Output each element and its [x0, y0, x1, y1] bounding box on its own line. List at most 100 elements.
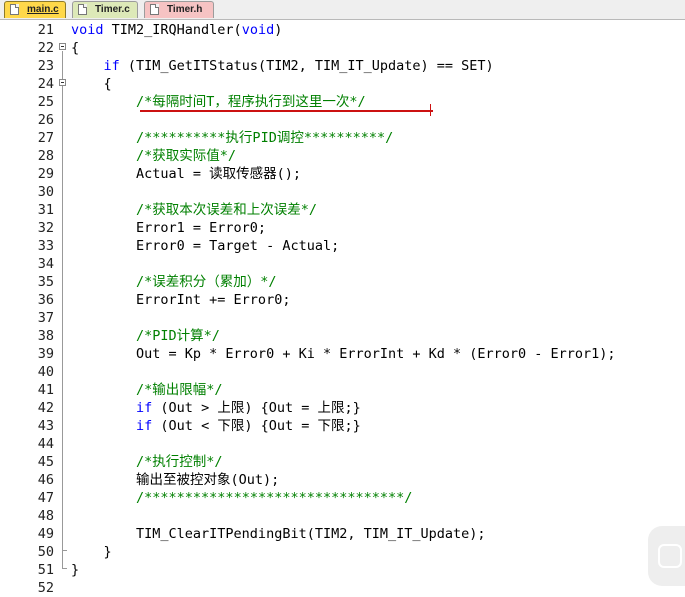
- code-line[interactable]: Error1 = Error0;: [71, 219, 266, 237]
- line-number: 33: [37, 238, 54, 254]
- line-number: 47: [37, 490, 54, 506]
- code-token: {: [71, 76, 112, 92]
- code-line[interactable]: /*输出限幅*/: [71, 381, 223, 399]
- keyword-token: void: [241, 22, 275, 38]
- code-line[interactable]: /**********执行PID调控**********/: [71, 129, 393, 147]
- tab-main-c[interactable]: main.c: [4, 1, 66, 18]
- line-number: 48: [37, 508, 54, 524]
- code-line[interactable]: /*PID计算*/: [71, 327, 220, 345]
- code-token: Actual = 读取传感器();: [71, 166, 302, 182]
- code-token: Out = Kp * Error0 + Ki * ErrorInt + Kd *…: [71, 346, 616, 362]
- comment-token: /*执行控制*/: [136, 454, 223, 470]
- code-line[interactable]: 输出至被控对象(Out);: [71, 471, 279, 489]
- code-token: (Out < 下限) {Out = 下限;}: [152, 418, 361, 434]
- line-number: 39: [37, 346, 54, 362]
- line-number: 27: [37, 130, 54, 146]
- code-line[interactable]: /*执行控制*/: [71, 453, 223, 471]
- c-file-icon: [78, 4, 87, 15]
- file-tab-bar: main.c Timer.c Timer.h: [0, 0, 685, 20]
- code-line[interactable]: /*误差积分（累加）*/: [71, 273, 277, 291]
- comment-token: /**********执行PID调控**********/: [136, 130, 394, 146]
- comment-token: /*获取本次误差和上次误差*/: [136, 202, 318, 218]
- line-number: 34: [37, 256, 54, 272]
- code-line[interactable]: {: [71, 39, 79, 57]
- code-line[interactable]: /*获取实际值*/: [71, 147, 236, 165]
- red-annotation-underline: [140, 110, 433, 112]
- line-number: 32: [37, 220, 54, 236]
- comment-token: /*获取实际值*/: [136, 148, 237, 164]
- comment-token: /*输出限幅*/: [136, 382, 223, 398]
- code-token: (TIM_GetITStatus(TIM2, TIM_IT_Update) ==…: [119, 58, 494, 74]
- line-number: 30: [37, 184, 54, 200]
- tab-timer-c[interactable]: Timer.c: [72, 1, 138, 18]
- line-number: 22: [37, 40, 54, 56]
- line-number: 51: [37, 562, 54, 578]
- comment-token: /*PID计算*/: [136, 328, 220, 344]
- h-file-icon: [150, 4, 159, 15]
- line-number: 25: [37, 94, 54, 110]
- line-number: 38: [37, 328, 54, 344]
- tab-timer-h[interactable]: Timer.h: [144, 1, 214, 18]
- overlay-play-button[interactable]: [648, 526, 685, 586]
- comment-token: /*误差积分（累加）*/: [136, 274, 277, 290]
- c-file-icon: [10, 4, 19, 15]
- fold-toggle-function-icon[interactable]: [59, 43, 66, 50]
- fold-guide-end: [62, 550, 67, 551]
- code-token: Error1 = Error0;: [71, 220, 267, 236]
- line-number: 23: [37, 58, 54, 74]
- code-line[interactable]: if (Out < 下限) {Out = 下限;}: [71, 417, 361, 435]
- line-number: 49: [37, 526, 54, 542]
- code-line[interactable]: /********************************/: [71, 489, 412, 507]
- play-icon: [658, 544, 682, 568]
- code-line[interactable]: /*每隔时间T，程序执行到这里一次*/: [71, 93, 366, 111]
- line-number: 36: [37, 292, 54, 308]
- code-line[interactable]: Error0 = Target - Actual;: [71, 237, 339, 255]
- code-line[interactable]: }: [71, 561, 79, 579]
- code-line[interactable]: TIM_ClearITPendingBit(TIM2, TIM_IT_Updat…: [71, 525, 486, 543]
- code-line[interactable]: Actual = 读取传感器();: [71, 165, 301, 183]
- red-annotation-tick: [430, 104, 431, 116]
- line-number: 44: [37, 436, 54, 452]
- keyword-token: if: [136, 400, 153, 416]
- code-line[interactable]: }: [71, 543, 112, 561]
- line-number: 45: [37, 454, 54, 470]
- line-number: 21: [37, 22, 54, 38]
- line-number: 28: [37, 148, 54, 164]
- code-line[interactable]: if (TIM_GetITStatus(TIM2, TIM_IT_Update)…: [71, 57, 494, 75]
- code-line[interactable]: {: [71, 75, 112, 93]
- tab-label: Timer.c: [95, 4, 130, 15]
- fold-guide-end: [62, 568, 67, 569]
- code-token: TIM2_IRQHandler(: [103, 22, 242, 38]
- code-line[interactable]: if (Out > 上限) {Out = 上限;}: [71, 399, 361, 417]
- code-token: ErrorInt += Error0;: [71, 292, 291, 308]
- fold-toggle-if-block-icon[interactable]: [59, 79, 66, 86]
- keyword-token: void: [71, 22, 104, 38]
- line-number: 24: [37, 76, 54, 92]
- line-number: 50: [37, 544, 54, 560]
- fold-guide-line: [62, 51, 63, 569]
- line-number: 40: [37, 364, 54, 380]
- line-number: 41: [37, 382, 54, 398]
- code-line[interactable]: void TIM2_IRQHandler(void): [71, 21, 282, 39]
- code-line[interactable]: Out = Kp * Error0 + Ki * ErrorInt + Kd *…: [71, 345, 616, 363]
- code-token: }: [71, 544, 112, 560]
- keyword-token: if: [103, 58, 120, 74]
- line-number: 31: [37, 202, 54, 218]
- comment-token: /********************************/: [136, 490, 413, 506]
- code-line[interactable]: /*获取本次误差和上次误差*/: [71, 201, 317, 219]
- line-number: 37: [37, 310, 54, 326]
- line-number: 35: [37, 274, 54, 290]
- line-number: 26: [37, 112, 54, 128]
- code-line[interactable]: ErrorInt += Error0;: [71, 291, 290, 309]
- code-token: 输出至被控对象(Out);: [71, 472, 280, 488]
